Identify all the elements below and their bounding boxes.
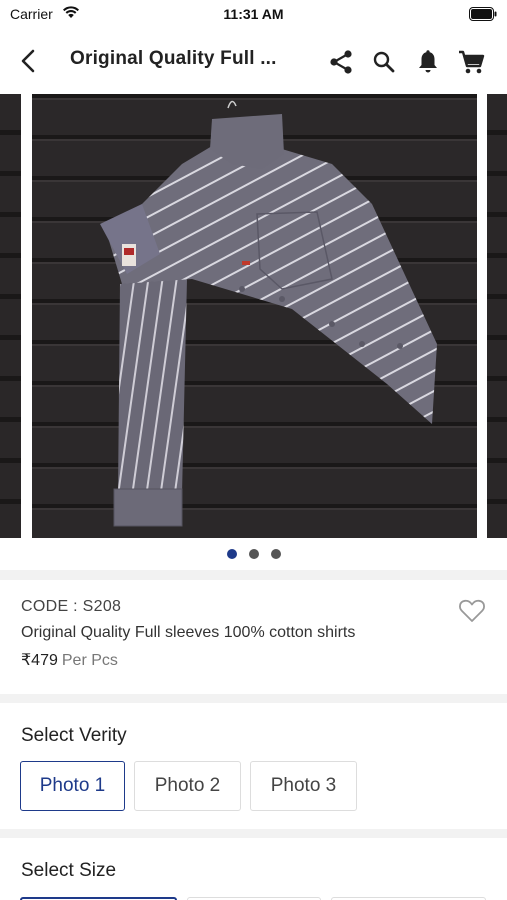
size-title: Select Size	[21, 860, 117, 881]
navigation-bar: Original Quality Full ...	[0, 28, 507, 94]
clock: 11:31 AM	[223, 6, 284, 22]
variety-title: Select Verity	[21, 725, 127, 746]
bell-icon[interactable]	[414, 48, 442, 76]
size-section: Select Size	[0, 838, 507, 900]
product-description: Original Quality Full sleeves 100% cotto…	[21, 624, 356, 641]
variety-option-photo-3[interactable]: Photo 3	[250, 761, 357, 811]
page-title: Original Quality Full ...	[70, 48, 277, 69]
pagination-dot-1[interactable]	[226, 549, 237, 559]
share-icon[interactable]	[327, 48, 355, 76]
price-row: ₹479 Per Pcs	[21, 650, 118, 670]
carousel-pagination	[0, 549, 507, 559]
status-bar: Carrier 11:31 AM	[0, 0, 507, 28]
search-icon[interactable]	[370, 48, 398, 76]
cart-icon[interactable]	[457, 48, 485, 76]
back-icon[interactable]	[14, 46, 42, 76]
battery-icon	[469, 7, 497, 26]
pagination-dot-3[interactable]	[270, 549, 281, 559]
product-image-carousel[interactable]	[0, 94, 507, 570]
product-code: CODE : S208	[21, 598, 122, 615]
price-unit: Per Pcs	[61, 652, 118, 669]
next-slide-peek[interactable]	[487, 94, 507, 538]
variety-section: Select Verity Photo 1 Photo 2 Photo 3	[0, 703, 507, 829]
product-info: CODE : S208 Original Quality Full sleeve…	[0, 580, 507, 694]
variety-option-photo-1[interactable]: Photo 1	[20, 761, 125, 811]
product-image[interactable]	[32, 94, 477, 538]
previous-slide-peek[interactable]	[0, 94, 21, 538]
heart-outline-icon[interactable]	[458, 598, 488, 626]
pagination-dot-2[interactable]	[248, 549, 259, 559]
product-price: ₹479	[21, 652, 58, 669]
variety-option-photo-2[interactable]: Photo 2	[134, 761, 241, 811]
